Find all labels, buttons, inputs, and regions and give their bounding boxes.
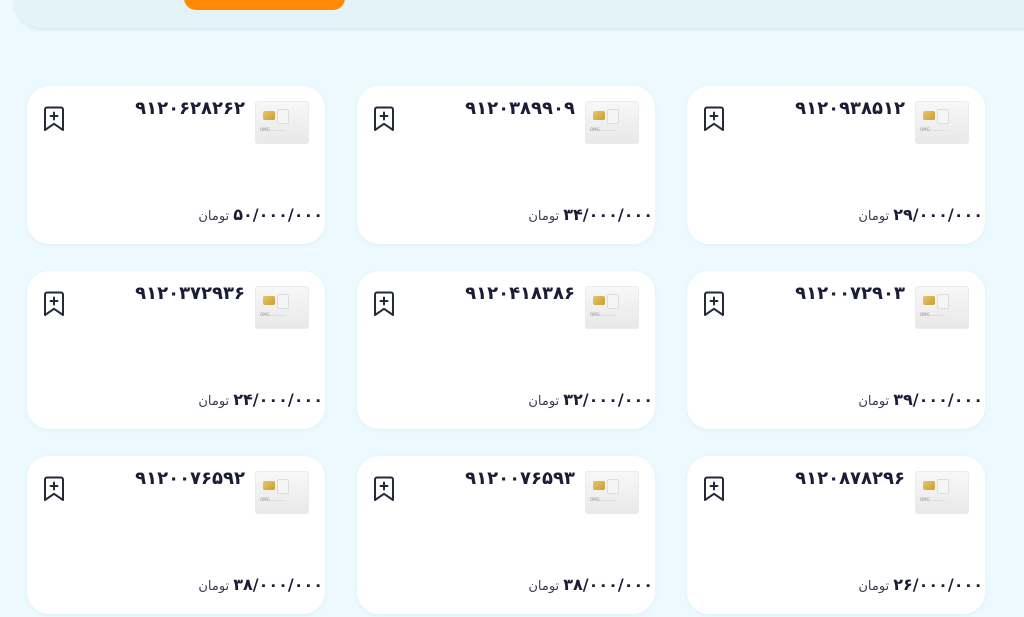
sim-card[interactable]: OMG ........... ۹۱۲۰۴۱۸۳۸۶ ۳۲/۰۰۰/۰۰۰ تو… <box>357 271 655 429</box>
sim-chip <box>923 481 935 490</box>
bookmark-plus-icon[interactable] <box>372 105 396 133</box>
sim-card-image: OMG ........... <box>255 471 309 514</box>
phone-number: ۹۱۲۰۴۱۸۳۸۶ <box>465 283 575 304</box>
bookmark-plus-icon[interactable] <box>42 105 66 133</box>
sim-label: OMG ........... <box>920 497 945 502</box>
sim-card[interactable]: OMG ........... ۹۱۲۰۰۷۶۵۹۳ ۳۸/۰۰۰/۰۰۰ تو… <box>357 456 655 614</box>
phone-number: ۹۱۲۰۳۷۲۹۳۶ <box>135 283 245 304</box>
phone-number: ۹۱۲۰۳۸۹۹۰۹ <box>465 98 575 119</box>
price-line: ۳۹/۰۰۰/۰۰۰ تومان <box>858 390 983 409</box>
price-value: ۲۶/۰۰۰/۰۰۰ <box>893 575 983 594</box>
sim-card-image: OMG ........... <box>585 471 639 514</box>
sim-card[interactable]: OMG ........... ۹۱۲۰۸۷۸۲۹۶ ۲۶/۰۰۰/۰۰۰ تو… <box>687 456 985 614</box>
price-value: ۳۴/۰۰۰/۰۰۰ <box>563 205 653 224</box>
sim-cutout <box>277 479 289 494</box>
price-line: ۵۰/۰۰۰/۰۰۰ تومان <box>198 205 323 224</box>
sim-cutout <box>607 109 619 124</box>
price-value: ۳۲/۰۰۰/۰۰۰ <box>563 390 653 409</box>
sim-number-grid: OMG ........... ۹۱۲۰۹۳۸۵۱۲ ۲۹/۰۰۰/۰۰۰ تو… <box>27 86 985 614</box>
sim-label: OMG ........... <box>590 497 615 502</box>
sim-card-image: OMG ........... <box>585 101 639 144</box>
sim-card[interactable]: OMG ........... ۹۱۲۰۶۲۸۲۶۲ ۵۰/۰۰۰/۰۰۰ تو… <box>27 86 325 244</box>
sim-chip <box>593 296 605 305</box>
sim-card[interactable]: OMG ........... ۹۱۲۰۳۷۲۹۳۶ ۲۴/۰۰۰/۰۰۰ تو… <box>27 271 325 429</box>
bookmark-plus-icon[interactable] <box>702 475 726 503</box>
sim-label: OMG ........... <box>260 497 285 502</box>
currency-label: تومان <box>198 579 230 594</box>
sim-cutout <box>937 294 949 309</box>
sim-cutout <box>607 479 619 494</box>
sim-card[interactable]: OMG ........... ۹۱۲۰۰۷۶۵۹۲ ۳۸/۰۰۰/۰۰۰ تو… <box>27 456 325 614</box>
price-line: ۳۴/۰۰۰/۰۰۰ تومان <box>528 205 653 224</box>
price-value: ۲۴/۰۰۰/۰۰۰ <box>233 390 323 409</box>
sim-chip <box>263 296 275 305</box>
sim-card[interactable]: OMG ........... ۹۱۲۰۳۸۹۹۰۹ ۳۴/۰۰۰/۰۰۰ تو… <box>357 86 655 244</box>
price-line: ۳۸/۰۰۰/۰۰۰ تومان <box>528 575 653 594</box>
sim-chip <box>263 111 275 120</box>
phone-number: ۹۱۲۰۰۷۶۵۹۳ <box>465 468 575 489</box>
sim-card-image: OMG ........... <box>915 286 969 329</box>
sim-label: OMG ........... <box>260 127 285 132</box>
sim-card-image: OMG ........... <box>585 286 639 329</box>
sim-card-image: OMG ........... <box>915 471 969 514</box>
sim-card[interactable]: OMG ........... ۹۱۲۰۰۷۲۹۰۳ ۳۹/۰۰۰/۰۰۰ تو… <box>687 271 985 429</box>
sim-card-image: OMG ........... <box>255 101 309 144</box>
sim-chip <box>263 481 275 490</box>
sim-card-image: OMG ........... <box>915 101 969 144</box>
currency-label: تومان <box>528 394 560 409</box>
phone-number: ۹۱۲۰۶۲۸۲۶۲ <box>135 98 245 119</box>
phone-number: ۹۱۲۰۰۷۶۵۹۲ <box>135 468 245 489</box>
price-value: ۳۸/۰۰۰/۰۰۰ <box>563 575 653 594</box>
price-line: ۲۶/۰۰۰/۰۰۰ تومان <box>858 575 983 594</box>
sim-chip <box>593 481 605 490</box>
sim-card[interactable]: OMG ........... ۹۱۲۰۹۳۸۵۱۲ ۲۹/۰۰۰/۰۰۰ تو… <box>687 86 985 244</box>
sim-label: OMG ........... <box>260 312 285 317</box>
active-tab-indicator[interactable] <box>184 0 345 10</box>
sim-chip <box>593 111 605 120</box>
currency-label: تومان <box>858 394 890 409</box>
top-header-panel <box>14 0 1024 28</box>
sim-label: OMG ........... <box>590 312 615 317</box>
currency-label: تومان <box>858 579 890 594</box>
price-value: ۵۰/۰۰۰/۰۰۰ <box>233 205 323 224</box>
currency-label: تومان <box>528 209 560 224</box>
currency-label: تومان <box>858 209 890 224</box>
sim-cutout <box>937 109 949 124</box>
price-line: ۳۸/۰۰۰/۰۰۰ تومان <box>198 575 323 594</box>
sim-cutout <box>607 294 619 309</box>
price-line: ۲۴/۰۰۰/۰۰۰ تومان <box>198 390 323 409</box>
bookmark-plus-icon[interactable] <box>702 290 726 318</box>
bookmark-plus-icon[interactable] <box>372 475 396 503</box>
sim-cutout <box>277 294 289 309</box>
bookmark-plus-icon[interactable] <box>42 290 66 318</box>
sim-cutout <box>937 479 949 494</box>
bookmark-plus-icon[interactable] <box>372 290 396 318</box>
sim-card-image: OMG ........... <box>255 286 309 329</box>
sim-chip <box>923 111 935 120</box>
currency-label: تومان <box>528 579 560 594</box>
price-line: ۳۲/۰۰۰/۰۰۰ تومان <box>528 390 653 409</box>
price-value: ۲۹/۰۰۰/۰۰۰ <box>893 205 983 224</box>
bookmark-plus-icon[interactable] <box>42 475 66 503</box>
sim-label: OMG ........... <box>920 312 945 317</box>
sim-cutout <box>277 109 289 124</box>
price-value: ۳۸/۰۰۰/۰۰۰ <box>233 575 323 594</box>
bookmark-plus-icon[interactable] <box>702 105 726 133</box>
price-line: ۲۹/۰۰۰/۰۰۰ تومان <box>858 205 983 224</box>
phone-number: ۹۱۲۰۹۳۸۵۱۲ <box>795 98 905 119</box>
currency-label: تومان <box>198 394 230 409</box>
sim-label: OMG ........... <box>590 127 615 132</box>
price-value: ۳۹/۰۰۰/۰۰۰ <box>893 390 983 409</box>
phone-number: ۹۱۲۰۰۷۲۹۰۳ <box>795 283 905 304</box>
currency-label: تومان <box>198 209 230 224</box>
sim-chip <box>923 296 935 305</box>
sim-label: OMG ........... <box>920 127 945 132</box>
phone-number: ۹۱۲۰۸۷۸۲۹۶ <box>795 468 905 489</box>
